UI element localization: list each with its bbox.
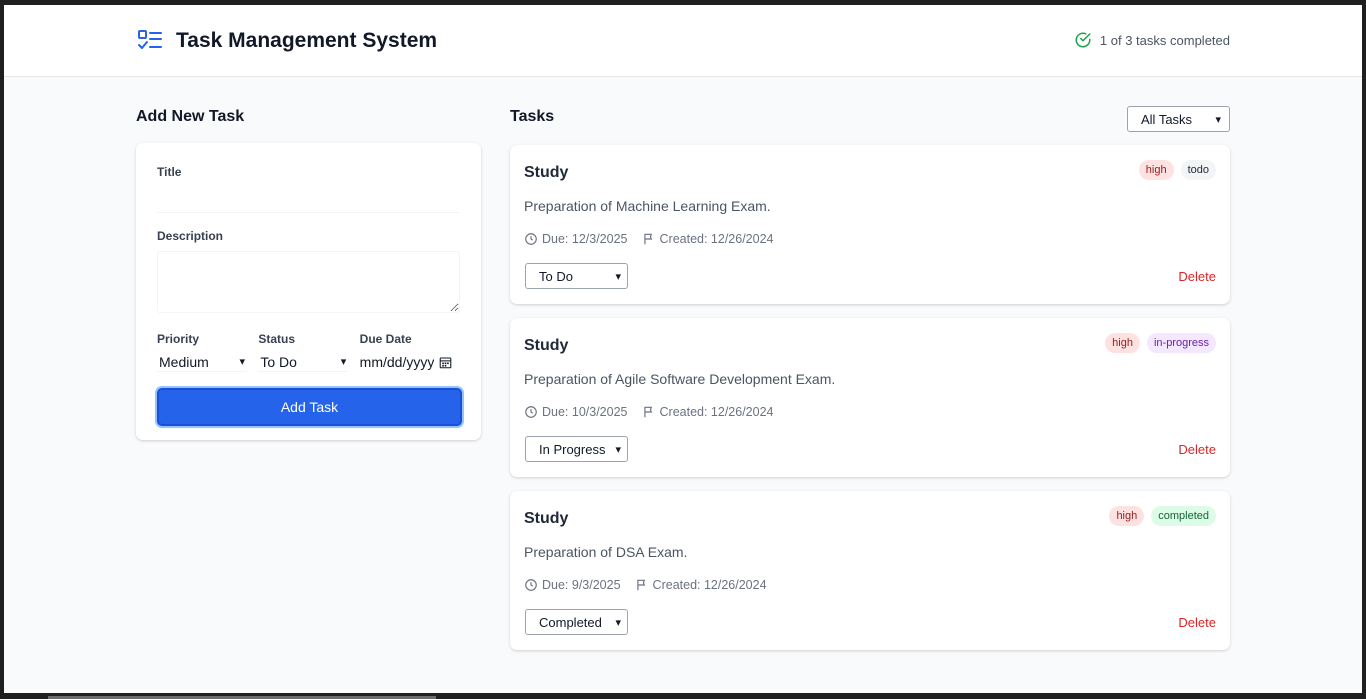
- task-status-value: To Do: [539, 268, 573, 284]
- task-list: Study high todo Preparation of Machine L…: [510, 145, 1230, 650]
- due-date: Due: 12/3/2025: [524, 232, 628, 246]
- task-badges: high completed: [1102, 506, 1216, 526]
- priority-label: Priority: [157, 332, 200, 346]
- status-badge: in-progress: [1146, 333, 1216, 353]
- task-description: Preparation of DSA Exam.: [524, 544, 688, 560]
- app-title: Task Management System: [176, 29, 438, 52]
- due-date-placeholder: mm/dd/yyyy: [359, 354, 434, 370]
- clock-icon: [525, 406, 537, 418]
- tasks-heading: Tasks: [510, 108, 555, 125]
- status-badge: todo: [1180, 160, 1216, 180]
- task-title: Study: [524, 337, 569, 354]
- chevron-down-icon: ▾: [239, 356, 245, 368]
- chevron-down-icon: ▾: [615, 443, 621, 456]
- task-filter-select[interactable]: All Tasks ▾: [1127, 106, 1230, 132]
- delete-button[interactable]: Delete: [1178, 442, 1216, 457]
- app-window: Task Management System 1 of 3 tasks comp…: [4, 5, 1362, 693]
- status-label: Status: [258, 332, 296, 346]
- clock-icon: [525, 233, 537, 245]
- tasks-section: Tasks All Tasks ▾ Study high todo Prepar…: [510, 106, 1230, 664]
- delete-button[interactable]: Delete: [1178, 615, 1216, 630]
- title-input[interactable]: [157, 185, 460, 213]
- filter-value: All Tasks: [1141, 111, 1193, 127]
- flag-icon: [636, 579, 645, 591]
- brand: Task Management System: [136, 27, 437, 55]
- task-description: Preparation of Agile Software Developmen…: [524, 371, 836, 387]
- add-task-heading: Add New Task: [136, 108, 245, 125]
- priority-value: Medium: [159, 353, 209, 370]
- add-task-form: Title Description Priority Medium ▾ Stat…: [136, 143, 481, 440]
- priority-select[interactable]: Medium ▾: [157, 352, 247, 372]
- priority-badge: high: [1109, 506, 1145, 526]
- calendar-icon[interactable]: [439, 356, 452, 369]
- task-status-select[interactable]: Completed ▾: [525, 609, 628, 635]
- description-textarea[interactable]: [157, 251, 460, 313]
- task-title: Study: [524, 164, 569, 181]
- due-date-field: Due Date mm/dd/yyyy: [360, 332, 460, 372]
- created-date-text: Created: 12/26/2024: [659, 232, 774, 246]
- task-status-select[interactable]: In Progress ▾: [525, 436, 628, 462]
- delete-button[interactable]: Delete: [1178, 269, 1216, 284]
- chevron-down-icon: ▾: [615, 270, 621, 283]
- title-label: Title: [157, 165, 182, 179]
- flag-icon: [643, 406, 652, 418]
- list-checks-icon: [136, 27, 164, 55]
- add-task-button[interactable]: Add Task: [157, 388, 462, 426]
- task-meta: Due: 9/3/2025 Created: 12/26/2024: [524, 578, 767, 592]
- due-date: Due: 9/3/2025: [524, 578, 621, 592]
- chevron-down-icon: ▾: [1215, 113, 1221, 126]
- due-date-text: Due: 12/3/2025: [542, 232, 628, 246]
- task-status-value: In Progress: [539, 441, 606, 457]
- task-badges: high todo: [1132, 160, 1216, 180]
- status-field: Status To Do ▾: [258, 332, 358, 372]
- flag-icon: [643, 233, 652, 245]
- task-options-row: Priority Medium ▾ Status To Do ▾ Due Dat…: [157, 332, 460, 372]
- completion-text: 1 of 3 tasks completed: [1099, 32, 1230, 48]
- created-date-text: Created: 12/26/2024: [659, 405, 774, 419]
- due-date-text: Due: 10/3/2025: [542, 405, 628, 419]
- created-date: Created: 12/26/2024: [642, 232, 774, 246]
- priority-field: Priority Medium ▾: [157, 332, 257, 372]
- status-select[interactable]: To Do ▾: [258, 352, 349, 372]
- status-badge: completed: [1151, 506, 1216, 526]
- status-value: To Do: [260, 353, 297, 370]
- completion-summary: 1 of 3 tasks completed: [1074, 31, 1230, 49]
- due-date-text: Due: 9/3/2025: [542, 578, 621, 592]
- task-description: Preparation of Machine Learning Exam.: [524, 198, 771, 214]
- app-header: Task Management System 1 of 3 tasks comp…: [4, 5, 1362, 77]
- add-task-section: Add New Task Title Description Priority …: [136, 108, 481, 440]
- task-card: Study high todo Preparation of Machine L…: [510, 145, 1230, 304]
- priority-badge: high: [1138, 160, 1174, 180]
- created-date-text: Created: 12/26/2024: [652, 578, 767, 592]
- created-date: Created: 12/26/2024: [635, 578, 767, 592]
- chevron-down-icon: ▾: [340, 356, 347, 368]
- task-badges: high in-progress: [1098, 333, 1216, 353]
- check-circle-icon: [1075, 32, 1091, 48]
- task-status-select[interactable]: To Do ▾: [525, 263, 628, 289]
- chevron-down-icon: ▾: [615, 616, 621, 629]
- created-date: Created: 12/26/2024: [642, 405, 774, 419]
- task-status-value: Completed: [539, 614, 602, 630]
- priority-badge: high: [1105, 333, 1140, 353]
- description-label: Description: [157, 229, 224, 243]
- due-date: Due: 10/3/2025: [524, 405, 628, 419]
- task-meta: Due: 10/3/2025 Created: 12/26/2024: [524, 405, 773, 419]
- clock-icon: [525, 579, 537, 591]
- task-card: Study high completed Preparation of DSA …: [510, 491, 1230, 650]
- task-title: Study: [524, 510, 569, 527]
- task-card: Study high in-progress Preparation of Ag…: [510, 318, 1230, 477]
- due-date-label: Due Date: [359, 332, 412, 346]
- task-meta: Due: 12/3/2025 Created: 12/26/2024: [524, 232, 773, 246]
- due-date-input[interactable]: mm/dd/yyyy: [360, 352, 452, 372]
